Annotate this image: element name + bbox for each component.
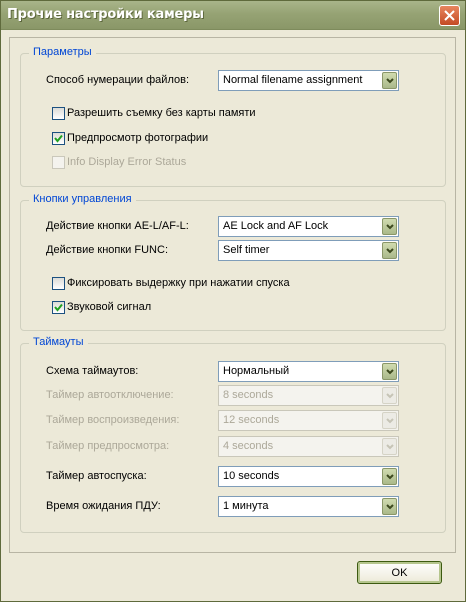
timeouts-group: Таймауты Схема таймаутов: Нормальный Тай… bbox=[20, 336, 446, 533]
remote-value: 1 минута bbox=[223, 500, 269, 512]
dialog-window: Прочие настройки камеры Параметры Способ… bbox=[0, 0, 466, 602]
playback-value: 12 seconds bbox=[223, 414, 280, 426]
chevron-down-icon bbox=[386, 78, 394, 84]
func-value: Self timer bbox=[223, 244, 270, 256]
remote-dropdown-button[interactable] bbox=[382, 498, 397, 515]
chevron-down-icon bbox=[386, 504, 394, 510]
ael-select[interactable]: AE Lock and AF Lock bbox=[218, 216, 399, 237]
numbering-label: Способ нумерации файлов: bbox=[46, 74, 189, 86]
ok-button-label: OK bbox=[391, 567, 408, 579]
self-timer-select[interactable]: 10 seconds bbox=[218, 466, 399, 487]
window-title: Прочие настройки камеры bbox=[7, 7, 204, 22]
numbering-select[interactable]: Normal filename assignment bbox=[218, 70, 399, 91]
close-icon bbox=[444, 10, 455, 21]
playback-select: 12 seconds bbox=[218, 410, 399, 431]
auto-off-dropdown-button bbox=[382, 387, 397, 404]
controls-group: Кнопки управления Действие кнопки AE-L/A… bbox=[20, 193, 446, 331]
checkmark-icon bbox=[54, 303, 63, 312]
playback-dropdown-button bbox=[382, 412, 397, 429]
title-bar[interactable]: Прочие настройки камеры bbox=[1, 1, 465, 30]
remote-select[interactable]: 1 минута bbox=[218, 496, 399, 517]
self-timer-value: 10 seconds bbox=[223, 470, 280, 482]
numbering-value: Normal filename assignment bbox=[223, 74, 363, 86]
scheme-label: Схема таймаутов: bbox=[46, 365, 139, 377]
allow-no-card-checkbox[interactable] bbox=[52, 107, 65, 120]
preview-timer-value: 4 seconds bbox=[223, 440, 274, 452]
chevron-down-icon bbox=[386, 474, 394, 480]
func-label: Действие кнопки FUNC: bbox=[46, 244, 168, 256]
remote-label: Время ожидания ПДУ: bbox=[46, 500, 161, 512]
checkmark-icon bbox=[54, 134, 63, 143]
chevron-down-icon bbox=[386, 224, 394, 230]
fix-exposure-checkbox[interactable] bbox=[52, 277, 65, 290]
beep-checkbox[interactable] bbox=[52, 301, 65, 314]
func-dropdown-button[interactable] bbox=[382, 242, 397, 259]
preview-timer-select: 4 seconds bbox=[218, 436, 399, 457]
scheme-select[interactable]: Нормальный bbox=[218, 361, 399, 382]
preview-timer-dropdown-button bbox=[382, 438, 397, 455]
info-display-checkbox bbox=[52, 156, 65, 169]
close-button[interactable] bbox=[439, 5, 460, 26]
chevron-down-icon bbox=[386, 393, 394, 399]
chevron-down-icon bbox=[386, 444, 394, 450]
self-timer-label: Таймер автоспуска: bbox=[46, 470, 147, 482]
params-group-title: Параметры bbox=[29, 46, 96, 58]
controls-group-title: Кнопки управления bbox=[29, 193, 136, 205]
preview-timer-label: Таймер предпросмотра: bbox=[46, 440, 170, 452]
info-display-label: Info Display Error Status bbox=[67, 156, 187, 168]
beep-label[interactable]: Звуковой сигнал bbox=[67, 301, 151, 313]
scheme-dropdown-button[interactable] bbox=[382, 363, 397, 380]
auto-off-label: Таймер автоотключение: bbox=[46, 389, 174, 401]
ael-dropdown-button[interactable] bbox=[382, 218, 397, 235]
chevron-down-icon bbox=[386, 418, 394, 424]
timeouts-group-title: Таймауты bbox=[29, 336, 88, 348]
preview-photo-label[interactable]: Предпросмотр фотографии bbox=[67, 132, 208, 144]
ael-value: AE Lock and AF Lock bbox=[223, 220, 329, 232]
ael-label: Действие кнопки AE-L/AF-L: bbox=[46, 220, 189, 232]
chevron-down-icon bbox=[386, 248, 394, 254]
numbering-dropdown-button[interactable] bbox=[382, 72, 397, 89]
self-timer-dropdown-button[interactable] bbox=[382, 468, 397, 485]
ok-button[interactable]: OK bbox=[357, 561, 442, 584]
params-group: Параметры Способ нумерации файлов: Norma… bbox=[20, 46, 446, 187]
func-select[interactable]: Self timer bbox=[218, 240, 399, 261]
fix-exposure-label[interactable]: Фиксировать выдержку при нажатии спуска bbox=[67, 277, 290, 289]
playback-label: Таймер воспроизведения: bbox=[46, 414, 180, 426]
allow-no-card-label[interactable]: Разрешить съемку без карты памяти bbox=[67, 107, 256, 119]
preview-photo-checkbox[interactable] bbox=[52, 132, 65, 145]
dialog-client-area: Параметры Способ нумерации файлов: Norma… bbox=[9, 37, 456, 553]
auto-off-value: 8 seconds bbox=[223, 389, 274, 401]
auto-off-select: 8 seconds bbox=[218, 385, 399, 406]
scheme-value: Нормальный bbox=[223, 365, 290, 377]
chevron-down-icon bbox=[386, 369, 394, 375]
